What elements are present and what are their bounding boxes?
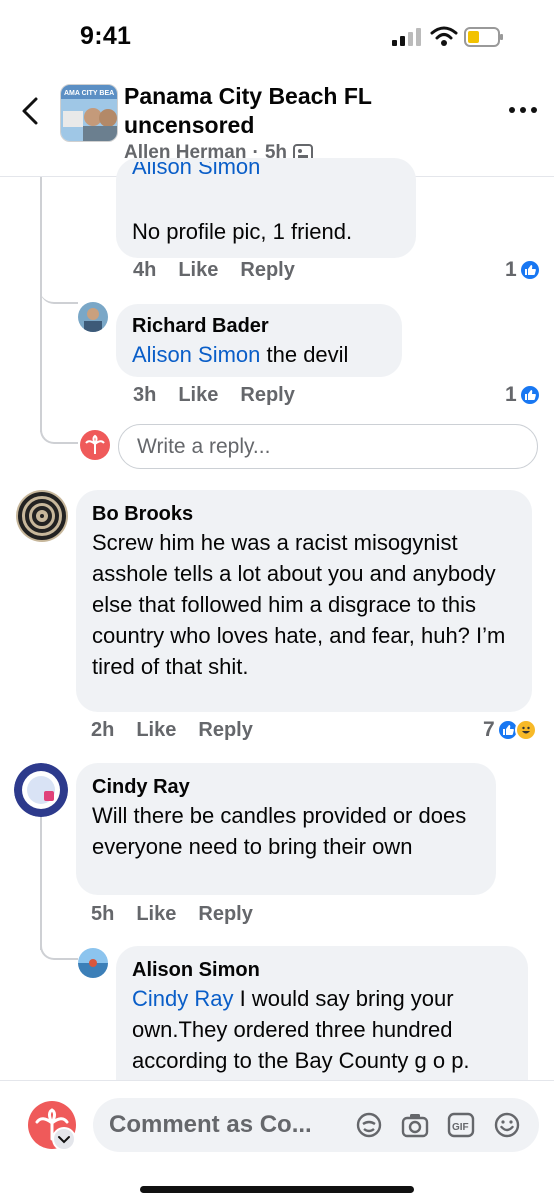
reply-button[interactable]: Reply bbox=[198, 719, 252, 742]
like-button[interactable]: Like bbox=[136, 719, 176, 742]
comment-bubble: Alison Simon Cindy Ray I would say bring… bbox=[116, 946, 528, 1080]
avatar[interactable] bbox=[78, 948, 108, 978]
comment-bubble: Alison Simon No profile pic, 1 friend. bbox=[116, 158, 416, 258]
signal-icon bbox=[392, 28, 421, 46]
reply-button[interactable]: Reply bbox=[198, 903, 252, 926]
emoji-icon[interactable] bbox=[493, 1111, 521, 1139]
comment-bubble: Cindy Ray Will there be candles provided… bbox=[76, 763, 496, 895]
comment-mention-partial[interactable]: Alison Simon bbox=[132, 162, 400, 184]
thread-line-curve bbox=[40, 946, 78, 960]
comment-text: Will there be candles provided or does e… bbox=[92, 803, 467, 859]
comment-bubble: Richard Bader Alison Simon the devil bbox=[116, 304, 402, 377]
comment-text: the devil bbox=[260, 342, 349, 367]
avatar[interactable] bbox=[78, 302, 108, 332]
group-avatar[interactable]: AMA CITY BEA bbox=[60, 84, 118, 142]
back-arrow-icon[interactable] bbox=[14, 94, 48, 128]
avatar-sticker-icon[interactable] bbox=[355, 1111, 383, 1139]
comment-author[interactable]: Cindy Ray bbox=[92, 774, 480, 800]
thread-line bbox=[40, 177, 42, 432]
avatar-image bbox=[14, 763, 68, 817]
home-indicator bbox=[140, 1186, 414, 1193]
group-avatar-image: AMA CITY BEA bbox=[61, 85, 117, 141]
like-button[interactable]: Like bbox=[178, 259, 218, 282]
camera-icon[interactable] bbox=[401, 1111, 429, 1139]
thread-line-curve bbox=[40, 290, 78, 304]
status-bar: 9:41 bbox=[0, 0, 554, 72]
thread-line-curve bbox=[40, 430, 78, 444]
comment-time: 3h bbox=[133, 384, 157, 406]
comment-text: Screw him he was a racist misogynist ass… bbox=[92, 530, 506, 679]
chevron-down-icon[interactable] bbox=[52, 1127, 76, 1151]
my-avatar bbox=[80, 430, 110, 460]
comment-actions: 2h Like Reply bbox=[91, 719, 253, 742]
comment-mention[interactable]: Alison Simon bbox=[132, 342, 260, 367]
thread-line bbox=[40, 800, 42, 950]
like-icon bbox=[518, 259, 541, 281]
haha-icon bbox=[514, 719, 537, 741]
palm-tree-icon bbox=[85, 434, 105, 454]
comment-author[interactable]: Alison Simon bbox=[132, 957, 512, 983]
group-title[interactable]: Panama City Beach FL uncensored bbox=[124, 82, 424, 140]
comment-author[interactable]: Bo Brooks bbox=[92, 501, 516, 527]
avatar-image bbox=[78, 948, 108, 978]
status-time: 9:41 bbox=[80, 22, 132, 50]
comment-input[interactable]: Comment as Co... GIF bbox=[93, 1098, 539, 1152]
like-button[interactable]: Like bbox=[136, 903, 176, 926]
gif-icon[interactable]: GIF bbox=[447, 1111, 475, 1139]
comment-bubble: Bo Brooks Screw him he was a racist miso… bbox=[76, 490, 532, 712]
reply-button[interactable]: Reply bbox=[240, 259, 294, 282]
comment-actions: 3h Like Reply bbox=[133, 384, 295, 407]
more-icon[interactable] bbox=[506, 100, 540, 120]
group-avatar-text: AMA CITY BEA bbox=[64, 90, 114, 97]
comment-time: 2h bbox=[91, 719, 115, 741]
avatar[interactable] bbox=[16, 490, 68, 542]
reaction-count[interactable]: 1 bbox=[505, 383, 541, 407]
comment-mention[interactable]: Cindy Ray bbox=[132, 986, 233, 1011]
comment-composer-bar: Comment as Co... GIF bbox=[0, 1080, 554, 1200]
avatar-image bbox=[78, 302, 108, 332]
reaction-count[interactable]: 7 bbox=[483, 718, 537, 742]
reply-input[interactable]: Write a reply... bbox=[118, 424, 538, 469]
svg-text:GIF: GIF bbox=[452, 1122, 469, 1133]
avatar[interactable] bbox=[14, 763, 68, 817]
comment-actions: 5h Like Reply bbox=[91, 903, 253, 926]
comment-actions: 4h Like Reply bbox=[133, 259, 295, 282]
comment-time: 5h bbox=[91, 903, 115, 925]
reaction-number: 1 bbox=[505, 383, 517, 406]
battery-icon bbox=[464, 27, 503, 47]
like-icon bbox=[518, 384, 541, 406]
wifi-icon bbox=[430, 26, 458, 46]
reaction-number: 7 bbox=[483, 718, 495, 741]
comment-author[interactable]: Richard Bader bbox=[132, 313, 386, 339]
avatar-image bbox=[16, 490, 68, 542]
like-button[interactable]: Like bbox=[178, 384, 218, 407]
reaction-count[interactable]: 1 bbox=[505, 258, 541, 282]
reaction-number: 1 bbox=[505, 258, 517, 281]
comment-text: No profile pic, 1 friend. bbox=[132, 219, 353, 244]
reply-button[interactable]: Reply bbox=[240, 384, 294, 407]
comment-time: 4h bbox=[133, 259, 157, 281]
comment-placeholder: Comment as Co... bbox=[109, 1111, 312, 1138]
